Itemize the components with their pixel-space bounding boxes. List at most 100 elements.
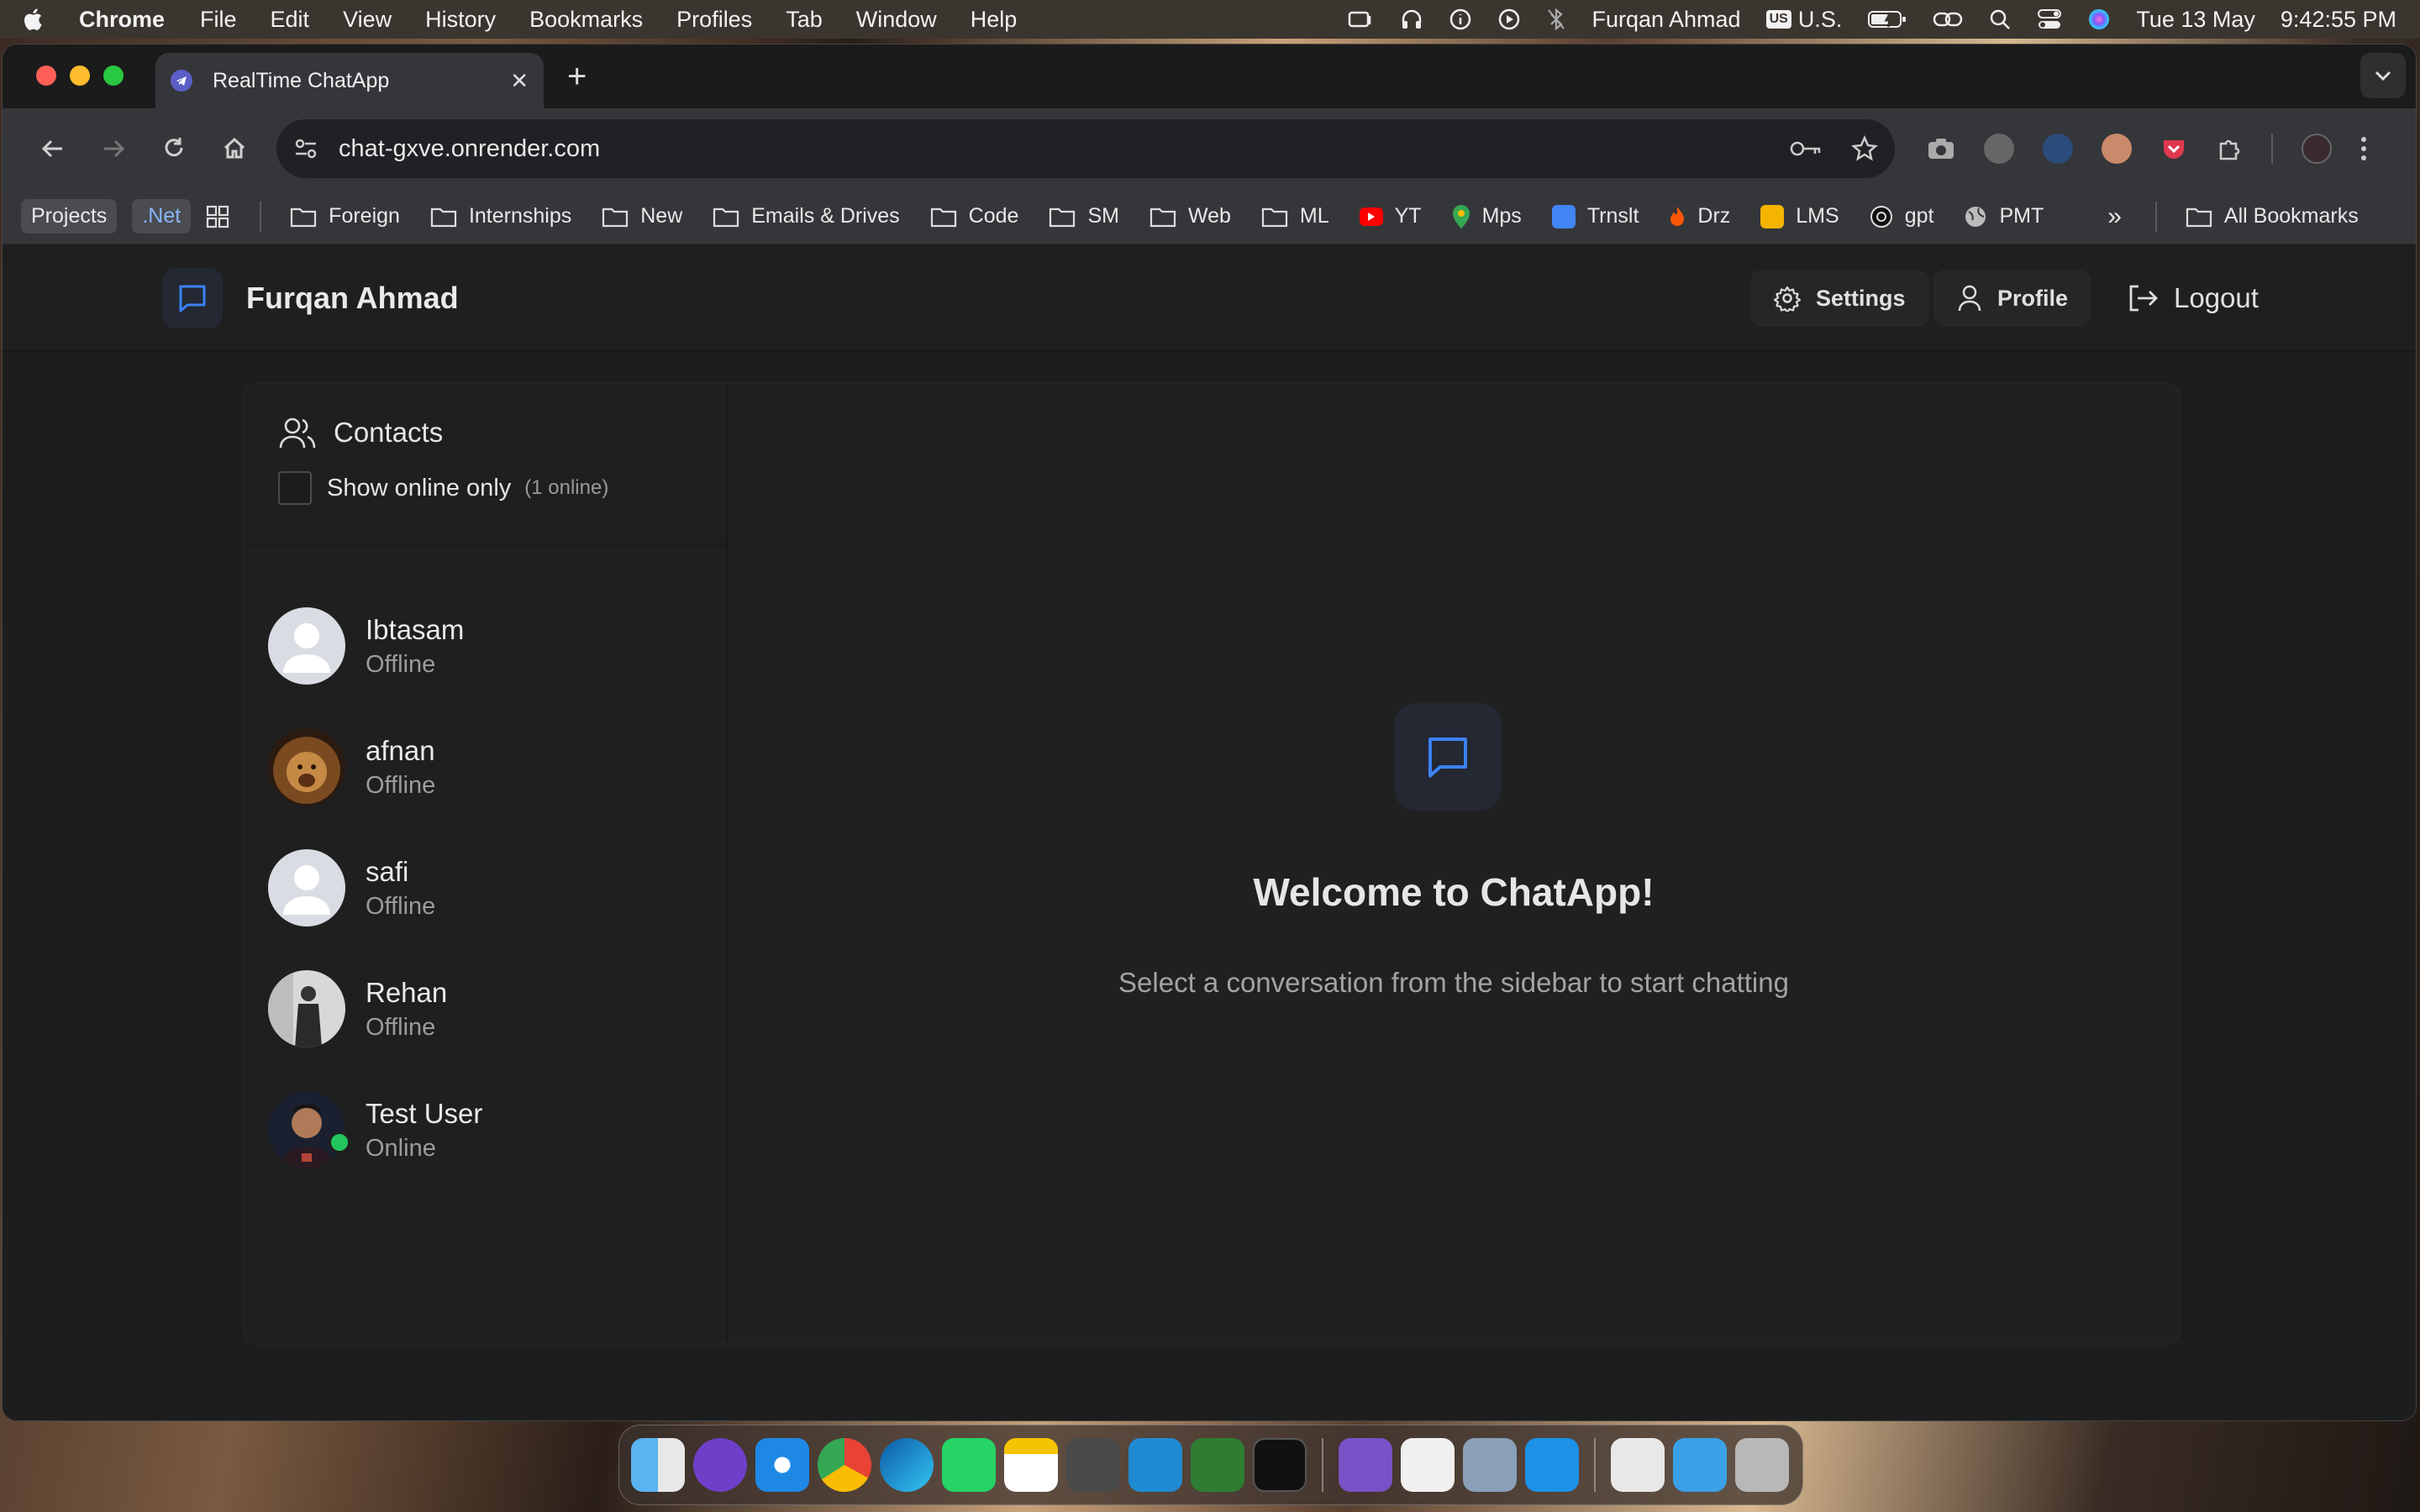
link-icon[interactable] [1933,9,1963,29]
contact-item-afnan[interactable]: afnan Offline [245,706,727,827]
input-source-menu[interactable]: US U.S. [1765,7,1842,33]
camera-extension-icon[interactable] [1927,136,1955,161]
menu-edit[interactable]: Edit [271,7,310,33]
bookmark-trnslt[interactable]: Trnslt [1551,204,1639,228]
control-center-icon[interactable] [2037,8,2062,31]
contact-item-rehan[interactable]: Rehan Offline [245,948,727,1069]
notes-icon[interactable] [1004,1438,1058,1492]
mongodb-compass-icon[interactable] [1401,1438,1455,1492]
pocket-extension-icon[interactable] [2160,135,2187,162]
visual-studio-icon[interactable] [1339,1438,1392,1492]
sublime-text-icon[interactable] [1066,1438,1120,1492]
whatsapp-icon[interactable] [942,1438,996,1492]
disabled-extension-icon[interactable] [1984,134,2014,164]
menubar-user-name[interactable]: Furqan Ahmad [1591,7,1740,33]
reload-icon[interactable] [144,118,204,179]
contact-item-safi[interactable]: safi Offline [245,827,727,948]
chrome-icon[interactable] [818,1438,871,1492]
menu-help[interactable]: Help [971,7,1018,33]
finder-icon[interactable] [631,1438,685,1492]
nl-extension-icon[interactable] [2043,134,2073,164]
trash-icon[interactable] [1735,1438,1789,1492]
apple-icon[interactable] [24,7,45,32]
close-tab-icon[interactable]: ✕ [510,68,529,94]
menu-view[interactable]: View [343,7,392,33]
forward-arrow-icon[interactable] [83,118,144,179]
headphones-icon[interactable] [1400,8,1423,31]
bookmark-yt[interactable]: YT [1359,204,1422,228]
new-tab-icon[interactable]: + [567,58,587,96]
github-desktop-icon[interactable] [693,1438,747,1492]
info-circle-icon[interactable] [1449,8,1472,31]
avatar-extension-icon[interactable] [2102,134,2132,164]
contact-item-test-user[interactable]: Test User Online [245,1069,727,1190]
menubar-time[interactable]: 9:42:55 PM [2281,7,2396,33]
bookmark-star-icon[interactable] [1851,135,1878,162]
more-menu-icon[interactable] [2360,135,2367,162]
azure-data-studio-icon[interactable] [1463,1438,1517,1492]
bookmark-folder-web[interactable]: Web [1150,204,1231,228]
brand[interactable]: Furqan Ahmad [162,268,459,328]
document-icon[interactable] [1611,1438,1665,1492]
menubar-date[interactable]: Tue 13 May [2136,7,2255,33]
bookmark-mps[interactable]: Mps [1452,204,1522,229]
battery-icon[interactable] [1867,9,1907,29]
extensions-puzzle-icon[interactable] [2216,135,2243,162]
bookmarks-overflow-chevron-icon[interactable]: » [2107,202,2122,231]
menu-profiles[interactable]: Profiles [676,7,752,33]
bookmark-folder-new[interactable]: New [602,204,682,228]
bookmarks-bar: Projects .Net Foreign Internships New Em… [3,189,2416,244]
bookmark-drz[interactable]: Drz [1669,204,1730,228]
show-online-checkbox[interactable] [278,471,312,505]
close-window-button[interactable] [36,66,56,86]
menu-file[interactable]: File [200,7,237,33]
back-arrow-icon[interactable] [23,118,83,179]
minimize-window-button[interactable] [70,66,90,86]
bookmark-pill-net[interactable]: .Net [132,199,192,234]
bookmark-folder-sm[interactable]: SM [1049,204,1119,228]
menu-window[interactable]: Window [856,7,937,33]
menu-tab[interactable]: Tab [786,7,823,33]
edge-icon[interactable] [880,1438,934,1492]
contact-status: Offline [366,650,436,678]
spotlight-search-icon[interactable] [1988,8,2012,31]
bookmark-pill-projects[interactable]: Projects [21,199,118,234]
bookmark-folder-foreign[interactable]: Foreign [290,204,400,228]
logout-button[interactable]: Logout [2103,270,2282,327]
vscode-icon[interactable] [1128,1438,1182,1492]
classroom-icon[interactable] [1191,1438,1244,1492]
bookmark-folder-emails-drives[interactable]: Emails & Drives [713,204,900,228]
all-bookmarks-button[interactable]: All Bookmarks [2186,204,2359,228]
safari-icon[interactable] [755,1438,809,1492]
address-bar[interactable]: chat-gxve.onrender.com [276,119,1895,178]
profile-button[interactable]: Profile [1933,270,2092,327]
url-text: chat-gxve.onrender.com [339,134,601,162]
stage-manager-icon[interactable] [1346,8,1375,31]
home-icon[interactable] [204,118,265,179]
play-circle-icon[interactable] [1497,8,1521,31]
terminal-icon[interactable] [1253,1438,1307,1492]
online-filter[interactable]: Show online only (1 online) [278,471,693,505]
tab-search-chevron-icon[interactable] [2360,53,2406,98]
bookmark-folder-ml[interactable]: ML [1261,204,1329,228]
menu-history[interactable]: History [425,7,496,33]
apps-grid-icon[interactable] [206,205,229,228]
siri-icon[interactable] [2087,8,2111,31]
bookmark-gpt[interactable]: gpt [1870,204,1933,228]
bookmark-pmt[interactable]: PMT [1964,204,2044,228]
menu-app-name[interactable]: Chrome [79,7,165,33]
site-info-icon[interactable] [293,137,318,160]
downloads-folder-icon[interactable] [1673,1438,1727,1492]
bookmark-folder-internships[interactable]: Internships [430,204,571,228]
profile-avatar[interactable] [2302,134,2332,164]
bookmark-folder-code[interactable]: Code [930,204,1018,228]
password-key-icon[interactable] [1789,135,1823,162]
browser-tab[interactable]: RealTime ChatApp ✕ [155,53,544,108]
bluetooth-off-icon[interactable] [1546,8,1566,31]
bookmark-lms[interactable]: LMS [1760,204,1839,228]
menu-bookmarks[interactable]: Bookmarks [529,7,643,33]
settings-button[interactable]: Settings [1750,270,1929,327]
contact-item-ibtasam[interactable]: Ibtasam Offline [245,585,727,706]
zoom-window-button[interactable] [103,66,124,86]
docker-icon[interactable] [1525,1438,1579,1492]
